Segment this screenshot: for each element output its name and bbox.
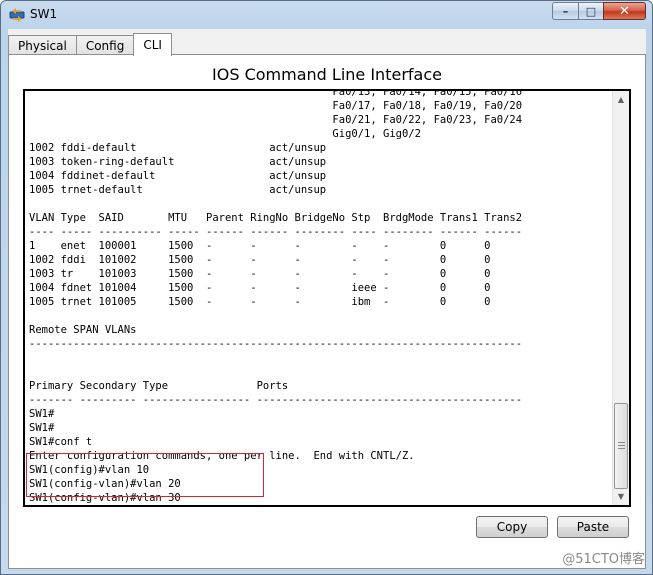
terminal-line: 1003 token-ring-default act/unsup	[29, 156, 327, 168]
window-title: SW1	[30, 7, 58, 21]
text-cursor	[136, 505, 137, 507]
cli-terminal[interactable]: Fa0/13, Fa0/14, Fa0/15, Fa0/16 Fa0/17, F…	[23, 89, 631, 507]
window-client-area: Physical Config CLI IOS Command Line Int…	[8, 29, 646, 569]
terminal-line: 1005 trnet 101005 1500 - - - ibm - 0 0	[29, 296, 491, 308]
terminal-line: SW1#	[29, 408, 55, 420]
terminal-line: SW1(config-vlan)#	[29, 505, 615, 507]
terminal-line: 1005 trnet-default act/unsup	[29, 184, 327, 196]
close-icon: ✕	[619, 3, 630, 19]
maximize-button[interactable]: □	[578, 2, 603, 20]
cli-panel: IOS Command Line Interface Fa0/13, Fa0/1…	[8, 54, 646, 569]
terminal-line: 1003 tr 101003 1500 - - - - - 0 0	[29, 268, 491, 280]
terminal-line: ----------------------------------------…	[29, 338, 523, 350]
title-bar[interactable]: SW1 – □ ✕	[1, 1, 652, 29]
switch-app-icon	[9, 8, 25, 22]
terminal-output: Fa0/13, Fa0/14, Fa0/15, Fa0/16 Fa0/17, F…	[29, 89, 615, 507]
terminal-line: Gig0/1, Gig0/2	[29, 128, 421, 140]
terminal-line: 1004 fddinet-default act/unsup	[29, 170, 327, 182]
terminal-line: 1 enet 100001 1500 - - - - - 0 0	[29, 240, 491, 252]
minimize-icon: –	[562, 4, 569, 18]
terminal-line: Primary Secondary Type Ports	[29, 380, 289, 392]
terminal-line: ------- --------- ----------------- ----…	[29, 394, 523, 406]
tab-config[interactable]: Config	[75, 35, 135, 55]
tab-physical[interactable]: Physical	[8, 35, 77, 55]
terminal-line: SW1(config)#vlan 10	[29, 464, 150, 476]
terminal-line: 1004 fdnet 101004 1500 - - - ieee - 0 0	[29, 282, 491, 294]
scroll-down-arrow-icon[interactable]: ▼	[613, 488, 629, 505]
minimize-button[interactable]: –	[552, 2, 578, 20]
window-controls: – □ ✕	[552, 2, 646, 21]
scrollbar-thumb[interactable]	[614, 403, 628, 489]
copy-button[interactable]: Copy	[476, 516, 548, 538]
terminal-line: Fa0/17, Fa0/18, Fa0/19, Fa0/20	[29, 100, 523, 112]
terminal-line: Fa0/21, Fa0/22, Fa0/23, Fa0/24	[29, 114, 523, 126]
terminal-line: SW1(config-vlan)#vlan 30	[29, 492, 181, 504]
terminal-line: 1002 fddi-default act/unsup	[29, 142, 327, 154]
terminal-line: 1002 fddi 101002 1500 - - - - - 0 0	[29, 254, 491, 266]
grip-icon	[618, 442, 625, 449]
terminal-line: ---- ----- ---------- ----- ------ -----…	[29, 226, 523, 238]
terminal-scrollbar[interactable]: ▲ ▼	[612, 91, 629, 505]
terminal-line: SW1(config-vlan)#vlan 20	[29, 478, 181, 490]
terminal-line: VLAN Type SAID MTU Parent RingNo BridgeN…	[29, 212, 523, 224]
app-window: SW1 – □ ✕ Physical Config CLI IOS Comman…	[0, 0, 653, 575]
watermark: @51CTO博客	[562, 552, 645, 567]
terminal-line: Fa0/13, Fa0/14, Fa0/15, Fa0/16	[29, 89, 523, 98]
tab-bar: Physical Config CLI	[8, 33, 172, 56]
terminal-line: SW1#	[29, 422, 55, 434]
tab-cli[interactable]: CLI	[133, 33, 172, 56]
paste-button[interactable]: Paste	[557, 516, 629, 538]
maximize-icon: □	[585, 4, 597, 18]
terminal-line: Remote SPAN VLANs	[29, 324, 137, 336]
terminal-line: Enter configuration commands, one per li…	[29, 450, 415, 462]
cli-heading: IOS Command Line Interface	[212, 65, 442, 84]
close-button[interactable]: ✕	[603, 2, 646, 20]
terminal-line: SW1#conf t	[29, 436, 93, 448]
scroll-up-arrow-icon[interactable]: ▲	[613, 91, 629, 108]
